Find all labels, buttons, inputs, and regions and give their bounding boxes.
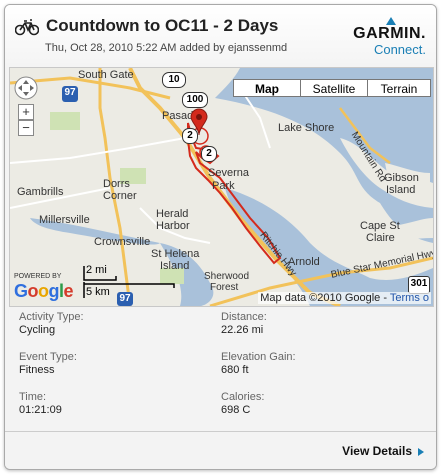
map-label-crownsville: Crownsville [94, 236, 151, 248]
stat-event-type: Event Type: Fitness [19, 351, 77, 376]
map-pin-icon[interactable] [190, 108, 208, 136]
map-label-gibson-island: Island [386, 184, 416, 196]
map-label-herald: Herald [156, 208, 189, 220]
view-details-label: View Details [342, 444, 412, 458]
map-label-gambrills: Gambrills [17, 186, 64, 198]
activity-type-label: Activity Type: [19, 311, 84, 323]
map-label-lake-shore: Lake Shore [278, 122, 335, 134]
powered-by-label: POWERED BY [14, 273, 62, 280]
map-label-forest: Forest [210, 282, 239, 293]
chevron-right-icon [418, 447, 424, 456]
zoom-in-button[interactable]: + [18, 104, 34, 120]
map-label-claire: Claire [366, 232, 395, 244]
event-type-value: Fitness [19, 364, 55, 376]
map-label-pasadena: Pasad [162, 110, 194, 122]
route-100-shield: 100 [182, 92, 208, 108]
zoom-out-button[interactable]: − [18, 120, 34, 136]
stat-time: Time: 01:21:09 [19, 391, 62, 416]
card-footer: View Details [5, 431, 436, 469]
pan-icon [14, 76, 38, 100]
map-label-park: Park [212, 180, 235, 192]
stat-calories: Calories: 698 C [221, 391, 264, 416]
map-type-control: Map Satellite Terrain [233, 79, 431, 97]
stat-distance: Distance: 22.26 mi [221, 311, 267, 336]
activity-meta: Thu, Oct 28, 2010 5:22 AM added by ejans… [45, 42, 288, 54]
interstate-97-shield: 97 [62, 86, 78, 102]
garmin-connect-logo[interactable]: GARMIN. Connect. [353, 17, 426, 57]
map-label-sherwood: Sherwood [204, 271, 250, 282]
view-details-link[interactable]: View Details [342, 444, 424, 458]
map-label-gibson: Gibson [384, 172, 419, 184]
route-map[interactable]: + − Map Satellite Terrain South Gate Lak… [9, 67, 434, 307]
event-type-label: Event Type: [19, 351, 77, 363]
scale-kilometers: 5 km [86, 286, 110, 298]
activity-type-value: Cycling [19, 324, 56, 336]
google-logo[interactable]: Google [14, 281, 74, 302]
route-10-shield: 10 [162, 72, 186, 88]
map-label-cape-st: Cape St [360, 220, 400, 232]
distance-value: 22.26 mi [221, 324, 264, 336]
calories-value: 698 C [221, 404, 251, 416]
map-label-corner: Corner [103, 190, 137, 202]
garmin-logo-text: GARMIN. [353, 25, 426, 42]
map-label-severna: Severna [208, 167, 249, 179]
distance-label: Distance: [221, 311, 267, 323]
elevation-gain-label: Elevation Gain: [221, 351, 296, 363]
map-type-map-button[interactable]: Map [233, 79, 301, 97]
time-label: Time: [19, 391, 47, 403]
activity-title: Countdown to OC11 - 2 Days [46, 16, 279, 35]
time-value: 01:21:09 [19, 404, 62, 416]
map-type-satellite-button[interactable]: Satellite [300, 79, 368, 97]
map-label-arnold: Arnold [288, 256, 320, 268]
connect-logo-text: Connect. [373, 42, 426, 57]
map-label-dorrs: Dorrs [103, 178, 130, 190]
stat-activity-type: Activity Type: Cycling [19, 311, 84, 336]
scale-miles: 2 mi [86, 264, 107, 276]
bicycle-icon [15, 19, 39, 36]
pan-control[interactable] [14, 76, 38, 100]
elevation-gain-value: 680 ft [221, 364, 249, 376]
card-header: Countdown to OC11 - 2 Days Thu, Oct 28, … [5, 5, 436, 67]
map-label-st-helena: St Helena [151, 248, 200, 260]
map-label-millersville: Millersville [39, 214, 90, 226]
map-scale: 2 mi 5 km [74, 264, 184, 300]
map-copyright: Map data ©2010 Google - Terms o [258, 292, 431, 304]
calories-label: Calories: [221, 391, 265, 403]
map-label-south-gate: South Gate [78, 69, 134, 81]
route-2-shield-south: 2 [201, 146, 217, 162]
activity-card: Countdown to OC11 - 2 Days Thu, Oct 28, … [4, 4, 437, 470]
map-type-terrain-button[interactable]: Terrain [367, 79, 431, 97]
map-copyright-text: Map data ©2010 Google - [260, 292, 388, 304]
stat-elevation-gain: Elevation Gain: 680 ft [221, 351, 296, 376]
garmin-triangle-icon [386, 17, 396, 25]
map-label-harbor: Harbor [156, 220, 190, 232]
map-terms-link[interactable]: Terms o [390, 292, 429, 304]
